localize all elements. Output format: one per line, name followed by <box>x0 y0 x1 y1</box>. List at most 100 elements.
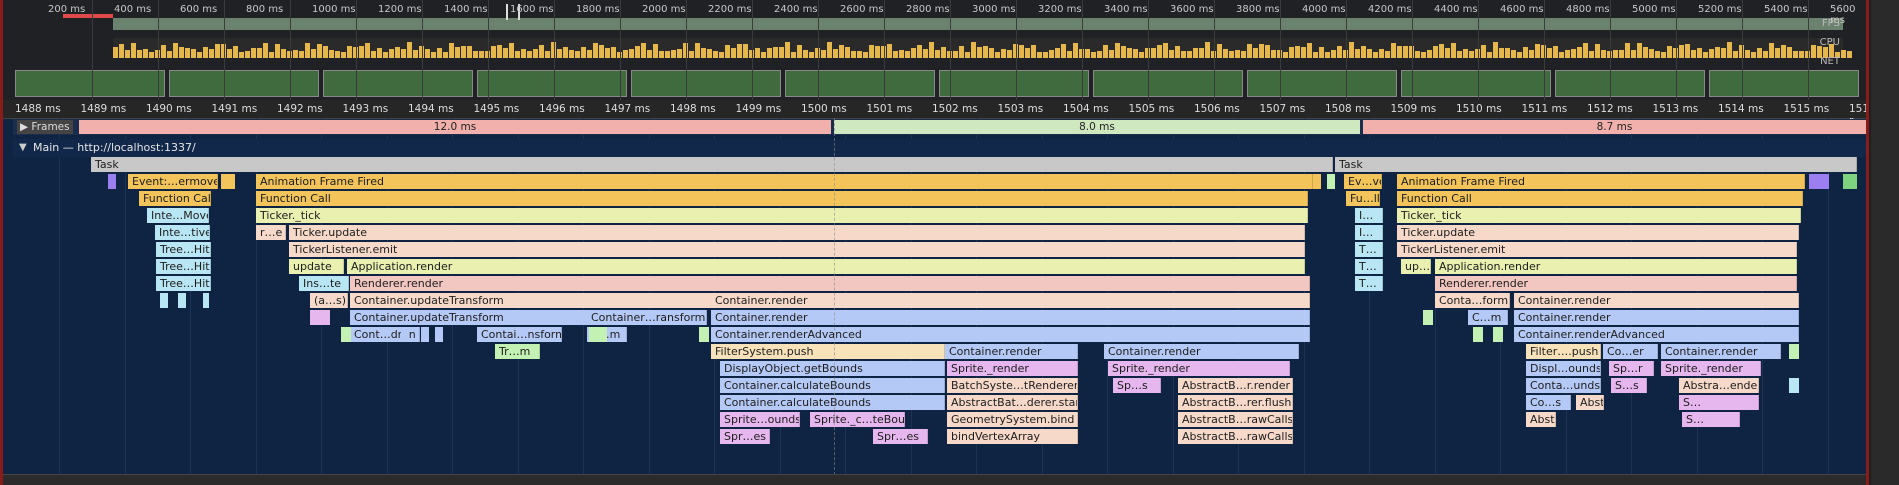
flame-block[interactable]: Application.render <box>347 259 1305 274</box>
screenshot-thumbnail[interactable] <box>785 70 935 97</box>
frame-cell[interactable]: 8.0 ms <box>834 120 1360 134</box>
screenshot-thumbnail[interactable] <box>323 70 473 97</box>
flame-block[interactable]: Contai…nsform <box>477 327 562 342</box>
flame-block[interactable]: Abstra…ender <box>1679 378 1759 393</box>
flame-sliver[interactable] <box>1423 310 1433 325</box>
flame-block[interactable]: T… <box>1355 242 1383 257</box>
flame-block[interactable]: Sprite._render <box>1108 361 1290 376</box>
flame-block[interactable]: Renderer.render <box>350 276 1310 291</box>
flame-sliver[interactable] <box>203 293 209 308</box>
flame-sliver[interactable] <box>310 310 330 325</box>
frame-cell[interactable]: 12.0 ms <box>79 120 831 134</box>
flame-block[interactable]: Sprite._render <box>1661 361 1761 376</box>
flame-block[interactable]: Animation Frame Fired <box>256 174 1313 189</box>
flame-block[interactable]: Inte…tive <box>155 225 210 240</box>
flame-block[interactable]: Container.render <box>1514 293 1799 308</box>
flame-sliver[interactable] <box>160 293 168 308</box>
flame-block[interactable]: Application.render <box>1435 259 1797 274</box>
flame-block[interactable]: Sprite…ounds <box>720 412 800 427</box>
flame-block[interactable]: Container.calculateBounds <box>720 378 945 393</box>
screenshots-strip[interactable] <box>15 70 1865 98</box>
flame-sliver[interactable] <box>401 327 409 342</box>
flame-block[interactable]: Tr…m <box>495 344 540 359</box>
flame-sliver[interactable] <box>699 327 709 342</box>
flame-block[interactable]: update <box>289 259 344 274</box>
flame-block[interactable]: Fu…ll <box>1346 191 1380 206</box>
flame-block[interactable]: Ticker._tick <box>256 208 1308 223</box>
flame-block[interactable]: bindVertexArray <box>947 429 1078 444</box>
flame-block[interactable]: Tree…Hit <box>156 242 211 257</box>
flame-block[interactable]: TickerListener.emit <box>1397 242 1797 257</box>
flame-block[interactable]: Container.renderAdvanced <box>1514 327 1799 342</box>
screenshot-thumbnail[interactable] <box>1093 70 1243 97</box>
flame-sliver[interactable] <box>1843 174 1857 189</box>
flame-block[interactable]: I… <box>1355 225 1383 240</box>
flame-block[interactable]: Container.updateTransform <box>350 310 592 325</box>
flame-sliver[interactable] <box>1493 327 1503 342</box>
flame-block[interactable]: AbstractB…r.render <box>1178 378 1293 393</box>
flame-block[interactable]: r…e <box>256 225 286 240</box>
flame-sliver[interactable] <box>1313 174 1321 189</box>
flame-sliver[interactable] <box>435 327 443 342</box>
flame-sliver[interactable] <box>1327 174 1335 189</box>
flame-sliver[interactable] <box>178 293 186 308</box>
bottom-tabs-bar[interactable] <box>3 474 1866 485</box>
flame-block[interactable]: Co…s <box>1526 395 1571 410</box>
flame-block[interactable]: Event:…ermove <box>128 174 218 189</box>
flame-block[interactable]: Container.render <box>711 310 1310 325</box>
flame-block[interactable]: Abstr…alls <box>1526 412 1556 427</box>
flame-block[interactable]: S… <box>1679 395 1759 410</box>
screenshot-thumbnail[interactable] <box>1709 70 1859 97</box>
flame-sliver[interactable] <box>221 174 235 189</box>
flame-block[interactable]: BatchSyste…tRenderer <box>947 378 1078 393</box>
flame-block[interactable]: Tree…Hit <box>156 276 211 291</box>
flame-block[interactable]: Inte…Move <box>147 208 209 223</box>
flame-block[interactable]: Ticker.update <box>1397 225 1799 240</box>
flame-block[interactable]: Container.render <box>945 344 1078 359</box>
collapse-arrow-icon[interactable]: ▼ <box>19 142 27 153</box>
flame-block[interactable]: Abstra…flush <box>1576 395 1604 410</box>
flame-block[interactable]: Ev…ve <box>1344 174 1382 189</box>
flame-sliver[interactable] <box>1809 174 1829 189</box>
vertical-scrollbar[interactable] <box>1871 0 1899 485</box>
flame-sliver[interactable] <box>108 174 116 189</box>
screenshot-thumbnail[interactable] <box>1555 70 1705 97</box>
screenshot-thumbnail[interactable] <box>169 70 319 97</box>
expand-arrow-icon[interactable]: ▶ <box>20 121 28 133</box>
task-bar[interactable]: Task <box>1335 157 1857 172</box>
flame-block[interactable]: S… <box>1682 412 1740 427</box>
flame-block[interactable]: up…e <box>1401 259 1431 274</box>
task-bar[interactable]: Task <box>91 157 1333 172</box>
flame-block[interactable]: Container.updateTransform <box>350 293 712 308</box>
flame-block[interactable]: T… <box>1355 276 1383 291</box>
screenshot-thumbnail[interactable] <box>15 70 165 97</box>
screenshot-thumbnail[interactable] <box>631 70 781 97</box>
flame-sliver[interactable] <box>341 327 351 342</box>
screenshot-thumbnail[interactable] <box>1247 70 1397 97</box>
flame-block[interactable]: C…m <box>1468 310 1508 325</box>
flame-block[interactable]: I… <box>1355 208 1383 223</box>
flame-block[interactable]: Function Call <box>1397 191 1803 206</box>
flame-block[interactable]: AbstractBat…derer.start <box>947 395 1078 410</box>
flame-block[interactable]: Tree…Hit <box>156 259 211 274</box>
flame-block[interactable]: Filter….push <box>1526 344 1601 359</box>
flame-block[interactable]: (a…s) <box>310 293 348 308</box>
flame-block[interactable]: Spr…es <box>873 429 928 444</box>
flame-block[interactable]: Ins…te <box>299 276 349 291</box>
flame-block[interactable]: S…s <box>1611 378 1647 393</box>
flame-block[interactable]: Sp…r <box>1609 361 1654 376</box>
flame-block[interactable]: Container.renderAdvanced <box>711 327 1310 342</box>
flame-block[interactable]: Container…ransform <box>587 310 707 325</box>
flame-block[interactable]: Sprite._render <box>947 361 1078 376</box>
flame-block[interactable]: Cont…dren <box>350 327 420 342</box>
flame-block[interactable]: Animation Frame Fired <box>1397 174 1805 189</box>
flame-block[interactable]: T… <box>1355 259 1383 274</box>
frames-track[interactable]: ▶ Frames 12.0 ms 8.0 ms 8.7 ms <box>13 119 1866 135</box>
screenshot-thumbnail[interactable] <box>939 70 1089 97</box>
flame-sliver[interactable] <box>1473 327 1483 342</box>
flame-block[interactable]: Container.calculateBounds <box>720 395 945 410</box>
flame-block[interactable]: AbstractB…rer.flush <box>1178 395 1293 410</box>
flame-block[interactable]: AbstractB…rawCalls <box>1178 429 1293 444</box>
flame-block[interactable]: Ticker.update <box>289 225 1305 240</box>
flame-block[interactable]: AbstractB…rawCalls <box>1178 412 1293 427</box>
